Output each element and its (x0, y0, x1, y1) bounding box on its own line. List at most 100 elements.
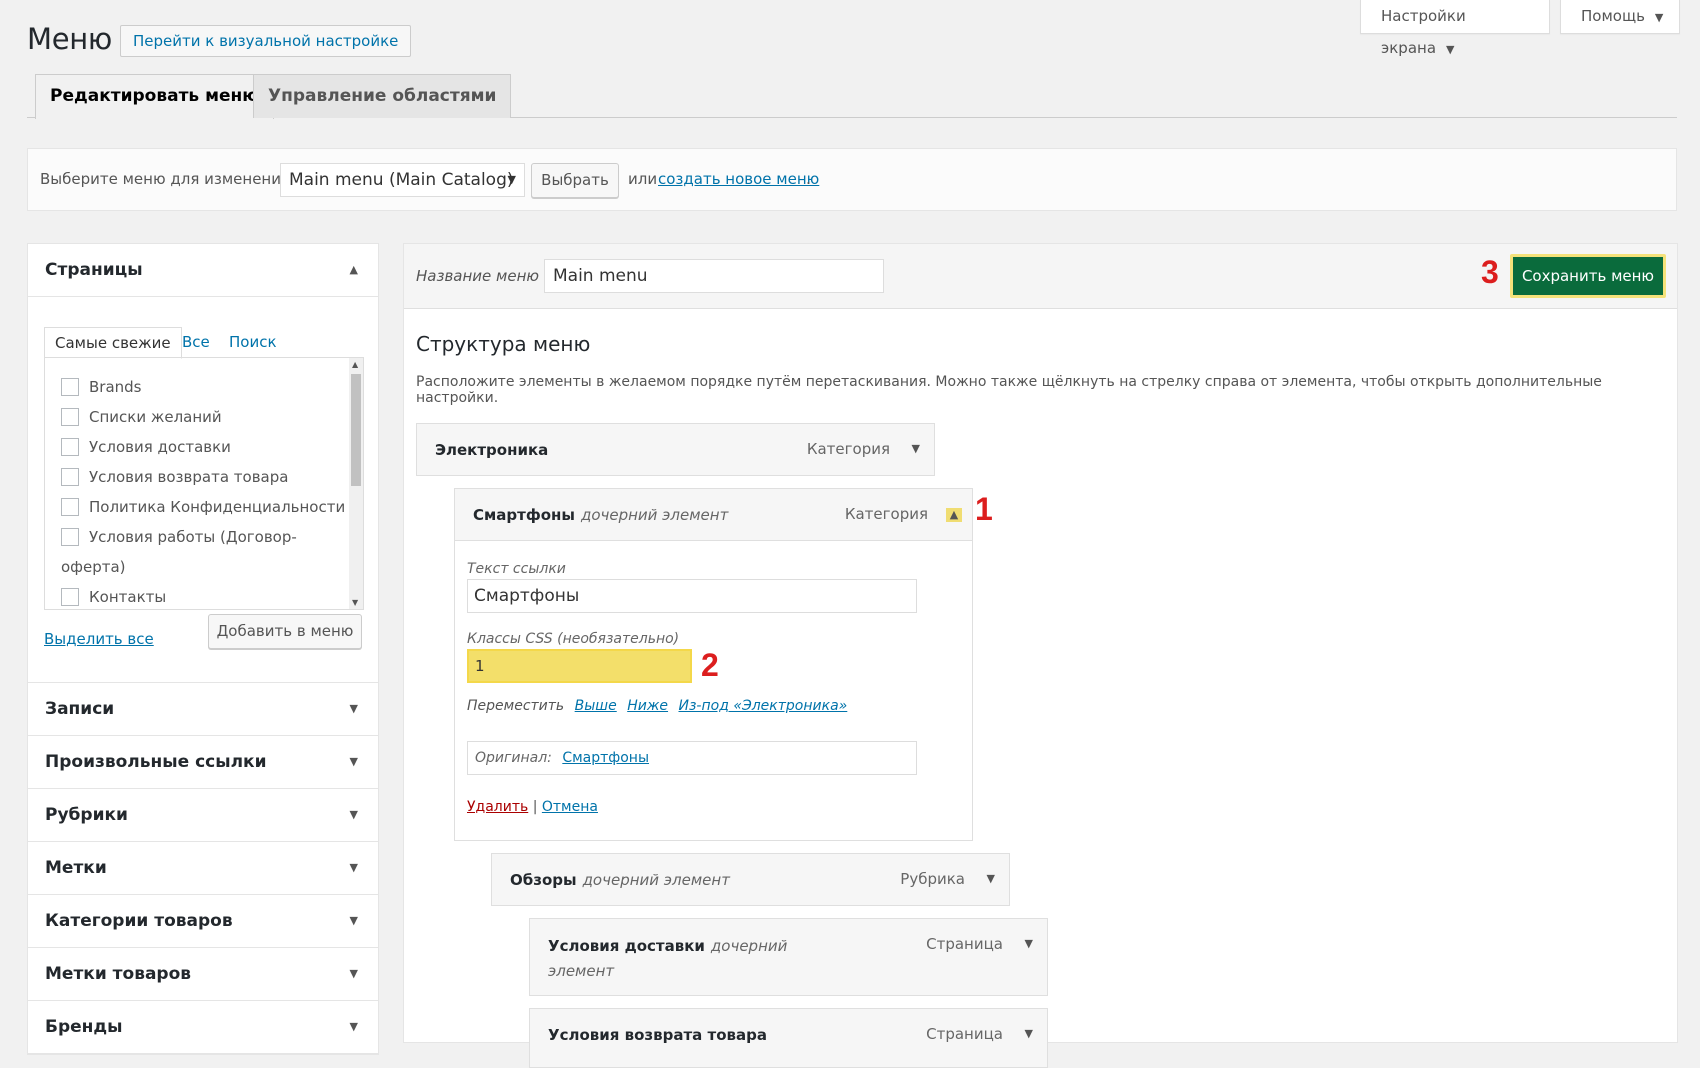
item-title: Обзоры (510, 871, 577, 889)
tab-manage-locations[interactable]: Управление областями (253, 74, 512, 118)
annotation-marker-3: 3 (1481, 254, 1499, 290)
menu-item-electronics[interactable]: Электроника Категория ▼ (416, 423, 935, 476)
triangle-down-icon: ▼ (349, 702, 358, 715)
menu-item-settings: Текст ссылки Смартфоны Классы CSS (необя… (454, 541, 973, 841)
item-type-label: Категория (806, 440, 890, 458)
scroll-down-icon[interactable]: ▼ (352, 598, 358, 607)
list-item[interactable]: Списки желаний (45, 402, 363, 432)
pages-section-header[interactable]: Страницы ▲ (28, 244, 378, 297)
tab-search[interactable]: Поиск (229, 327, 277, 357)
annotation-marker-1: 1 (975, 491, 993, 527)
move-up-link[interactable]: Выше (575, 698, 617, 714)
menu-item-return-terms[interactable]: Условия возврата товара Страница ▼ (529, 1008, 1048, 1068)
checkbox-icon[interactable] (61, 498, 79, 516)
checkbox-icon[interactable] (61, 528, 79, 546)
tab-all[interactable]: Все (182, 327, 210, 357)
menu-editor-panel: Название меню Main menu 3 Сохранить меню… (403, 243, 1678, 1068)
list-item[interactable]: Условия доставки (45, 432, 363, 462)
item-sub-label: дочерний элемент (580, 506, 729, 524)
triangle-down-icon[interactable]: ▼ (987, 872, 995, 885)
scrollbar-thumb[interactable] (351, 374, 361, 486)
move-down-link[interactable]: Ниже (627, 698, 668, 714)
select-all-link[interactable]: Выделить все (44, 630, 154, 648)
list-item[interactable]: Brands (45, 372, 363, 402)
section-custom-links[interactable]: Произвольные ссылки ▼ (28, 736, 378, 789)
item-title: Условия возврата товара (548, 1026, 767, 1044)
cancel-link[interactable]: Отмена (542, 799, 598, 815)
triangle-down-icon: ▼ (349, 808, 358, 821)
item-type-label: Рубрика (900, 870, 965, 888)
triangle-down-icon[interactable]: ▼ (912, 442, 920, 455)
triangle-up-icon[interactable]: ▲ (946, 508, 962, 522)
triangle-down-icon: ▼ (349, 914, 358, 927)
period-text: . (806, 170, 811, 188)
triangle-down-icon[interactable]: ▼ (1025, 1027, 1033, 1040)
move-label: Переместить (467, 698, 565, 714)
list-item[interactable]: Условия работы (Договор-оферта) (45, 522, 311, 582)
triangle-down-icon: ▼ (349, 861, 358, 874)
menu-item-reviews[interactable]: Обзоры дочерний элемент Рубрика ▼ (491, 853, 1010, 906)
section-tags[interactable]: Метки ▼ (28, 842, 378, 895)
section-brands[interactable]: Бренды ▼ (28, 1001, 378, 1054)
create-menu-link[interactable]: создать новое меню (658, 170, 819, 188)
checkbox-icon[interactable] (61, 588, 79, 606)
chevron-down-icon: ▼ (507, 173, 516, 186)
move-out-link[interactable]: Из-под «Электроника» (679, 698, 848, 714)
or-text: или (628, 170, 658, 188)
section-product-categories[interactable]: Категории товаров ▼ (28, 895, 378, 948)
triangle-down-icon: ▼ (1654, 11, 1664, 24)
select-menu-button[interactable]: Выбрать (531, 163, 619, 198)
page-title: Меню (27, 22, 113, 56)
checkbox-icon[interactable] (61, 438, 79, 456)
menu-editor-header: Название меню Main menu 3 Сохранить меню (404, 244, 1677, 309)
section-posts[interactable]: Записи ▼ (28, 683, 378, 736)
section-product-tags[interactable]: Метки товаров ▼ (28, 948, 378, 1001)
checklist-scrollbar[interactable]: ▲ ▼ (349, 358, 363, 609)
menu-name-label: Название меню (416, 267, 540, 285)
triangle-down-icon[interactable]: ▼ (1025, 937, 1033, 950)
list-item[interactable]: Условия возврата товара (45, 462, 363, 492)
item-title: Условия доставки (548, 937, 705, 955)
item-title: Смартфоны (473, 506, 575, 524)
original-label: Оригинал: (475, 750, 552, 766)
list-item[interactable]: Контакты (45, 582, 363, 609)
section-categories[interactable]: Рубрики ▼ (28, 789, 378, 842)
menu-item-delivery-terms[interactable]: Условия доставки дочерний элемент Страниц… (529, 918, 1048, 996)
menu-select-label: Выберите меню для изменения: (40, 170, 296, 188)
link-text-input[interactable]: Смартфоны (467, 579, 917, 613)
item-actions-row: Удалить | Отмена (467, 799, 598, 815)
scroll-up-icon[interactable]: ▲ (352, 360, 358, 369)
css-classes-input[interactable]: 1 (467, 649, 692, 683)
move-links-row: Переместить Выше Ниже Из-под «Электроник… (467, 698, 847, 714)
help-button[interactable]: Помощь ▼ (1560, 0, 1680, 34)
add-items-sidebar: Страницы ▲ Самые свежие Все Поиск Brands… (27, 243, 379, 1055)
save-menu-button[interactable]: Сохранить меню (1510, 254, 1666, 298)
pages-checklist: Brands Списки желаний Условия доставки У… (44, 357, 364, 610)
tab-most-recent[interactable]: Самые свежие (44, 327, 182, 359)
menu-select-value: Main menu (Main Catalog) (289, 170, 514, 190)
delete-item-link[interactable]: Удалить (467, 799, 528, 815)
triangle-down-icon: ▼ (349, 967, 358, 980)
link-text-label: Текст ссылки (467, 561, 566, 577)
item-type-label: Страница (926, 935, 1003, 953)
menu-select-bar: Выберите меню для изменения: Main menu (… (27, 148, 1677, 211)
add-to-menu-button[interactable]: Добавить в меню (208, 614, 362, 649)
menu-structure-title: Структура меню (416, 332, 591, 356)
original-link[interactable]: Смартфоны (562, 750, 649, 766)
menu-name-input[interactable]: Main menu (544, 259, 884, 293)
triangle-down-icon: ▼ (349, 1020, 358, 1033)
triangle-down-icon: ▼ (349, 755, 358, 768)
visual-customize-button[interactable]: Перейти к визуальной настройке (120, 25, 412, 57)
checkbox-icon[interactable] (61, 408, 79, 426)
annotation-marker-2: 2 (701, 647, 719, 683)
checkbox-icon[interactable] (61, 378, 79, 396)
triangle-up-icon: ▲ (349, 263, 358, 276)
pages-section-title: Страницы (45, 260, 143, 280)
menu-select-dropdown[interactable]: Main menu (Main Catalog) ▼ (280, 163, 525, 197)
screen-options-button[interactable]: Настройки экрана ▼ (1360, 0, 1550, 57)
checkbox-icon[interactable] (61, 468, 79, 486)
menu-item-smartphones[interactable]: Смартфоны дочерний элемент Категория ▲ (454, 488, 973, 541)
list-item[interactable]: Политика Конфиденциальности (45, 492, 363, 522)
tab-edit-menu[interactable]: Редактировать меню (35, 74, 274, 119)
help-label: Помощь (1581, 7, 1645, 25)
